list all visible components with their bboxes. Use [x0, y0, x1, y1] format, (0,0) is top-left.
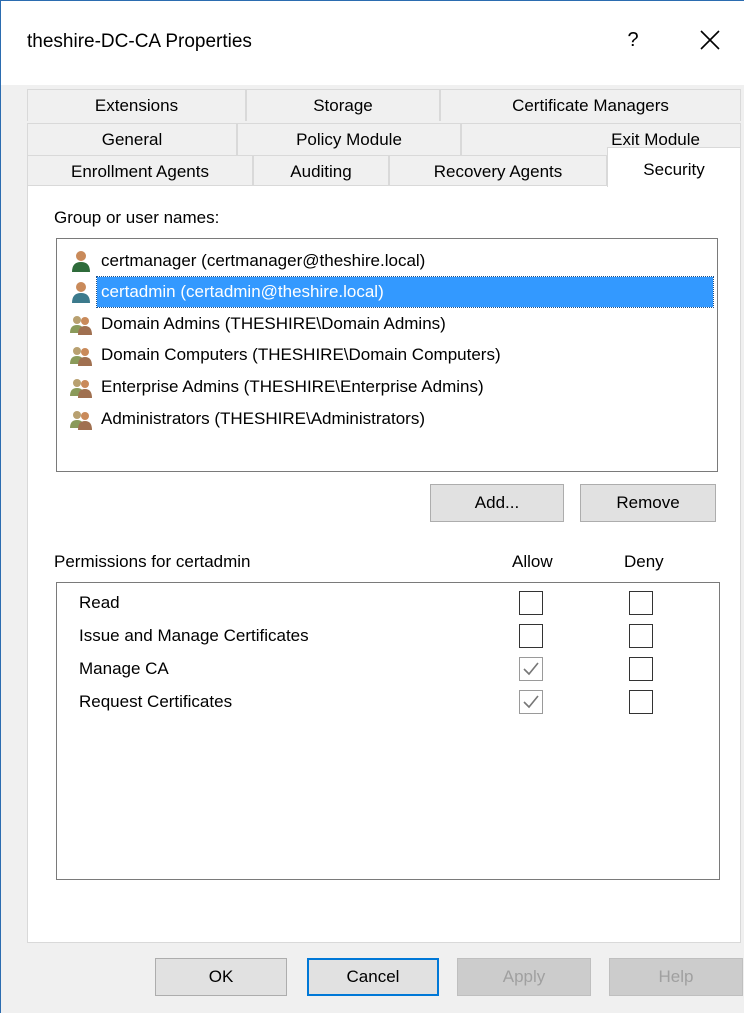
- list-item[interactable]: Enterprise Admins (THESHIRE\Enterprise A…: [69, 371, 488, 402]
- user-name: Domain Admins (THESHIRE\Domain Admins): [101, 313, 446, 333]
- group-icon: [69, 407, 93, 431]
- remove-button[interactable]: Remove: [580, 484, 716, 522]
- cancel-button[interactable]: Cancel: [307, 958, 439, 996]
- tab-row-3: Enrollment Agents Auditing Recovery Agen…: [27, 147, 741, 187]
- permission-row-issue-manage: Issue and Manage Certificates: [57, 620, 717, 654]
- permission-name: Request Certificates: [79, 692, 233, 711]
- user-icon: [69, 280, 93, 304]
- user-icon: [69, 249, 93, 273]
- properties-dialog: theshire-DC-CA Properties ? Extensions S…: [0, 0, 744, 1013]
- list-item[interactable]: Administrators (THESHIRE\Administrators): [69, 403, 429, 434]
- group-or-user-names-label: Group or user names:: [54, 208, 220, 227]
- allow-manage-ca-checkbox[interactable]: [519, 657, 543, 681]
- list-item[interactable]: Domain Computers (THESHIRE\Domain Comput…: [69, 339, 505, 370]
- user-name: certadmin (certadmin@theshire.local): [96, 275, 714, 308]
- list-item-selected[interactable]: certadmin (certadmin@theshire.local): [69, 275, 714, 308]
- allow-column-header: Allow: [512, 552, 553, 571]
- apply-button[interactable]: Apply: [457, 958, 591, 996]
- user-name: Enterprise Admins (THESHIRE\Enterprise A…: [101, 376, 484, 396]
- allow-request-certificates-checkbox[interactable]: [519, 690, 543, 714]
- permission-name: Manage CA: [79, 659, 169, 678]
- help-question-button[interactable]: ?: [621, 29, 645, 55]
- group-icon: [69, 312, 93, 336]
- group-icon: [69, 343, 93, 367]
- list-item[interactable]: Domain Admins (THESHIRE\Domain Admins): [69, 308, 450, 339]
- tab-general[interactable]: General: [27, 123, 237, 155]
- add-button[interactable]: Add...: [430, 484, 564, 522]
- tab-enrollment-agents[interactable]: Enrollment Agents: [27, 155, 253, 187]
- user-list[interactable]: certmanager (certmanager@theshire.local)…: [56, 238, 718, 472]
- tab-storage[interactable]: Storage: [246, 89, 440, 121]
- user-name: Administrators (THESHIRE\Administrators): [101, 408, 426, 428]
- deny-column-header: Deny: [624, 552, 664, 571]
- security-panel: Group or user names: certmanager (certma…: [27, 185, 741, 943]
- user-name: Domain Computers (THESHIRE\Domain Comput…: [101, 344, 501, 364]
- deny-manage-ca-checkbox[interactable]: [629, 657, 653, 681]
- permissions-list: Read Issue and Manage Certificates Manag…: [56, 582, 720, 880]
- allow-read-checkbox[interactable]: [519, 591, 543, 615]
- deny-request-certificates-checkbox[interactable]: [629, 690, 653, 714]
- list-item[interactable]: certmanager (certmanager@theshire.local): [69, 245, 429, 276]
- tab-auditing[interactable]: Auditing: [253, 155, 389, 187]
- group-icon: [69, 375, 93, 399]
- checkmark-icon: [523, 662, 539, 676]
- tab-security[interactable]: Security: [607, 147, 741, 187]
- permissions-label: Permissions for certadmin: [54, 552, 251, 571]
- checkmark-icon: [523, 695, 539, 709]
- deny-read-checkbox[interactable]: [629, 591, 653, 615]
- user-name: certmanager (certmanager@theshire.local): [101, 250, 426, 270]
- tab-policy-module[interactable]: Policy Module: [237, 123, 461, 155]
- tab-extensions[interactable]: Extensions: [27, 89, 246, 121]
- help-button[interactable]: Help: [609, 958, 743, 996]
- permission-row-manage-ca: Manage CA: [57, 653, 717, 687]
- close-icon[interactable]: [695, 25, 725, 55]
- tab-recovery-agents[interactable]: Recovery Agents: [389, 155, 607, 187]
- permission-name: Issue and Manage Certificates: [79, 626, 309, 645]
- window-title: theshire-DC-CA Properties: [27, 31, 252, 52]
- allow-issue-manage-checkbox[interactable]: [519, 624, 543, 648]
- permission-name: Read: [79, 593, 120, 612]
- permission-row-request-certificates: Request Certificates: [57, 686, 717, 720]
- title-bar: theshire-DC-CA Properties ?: [1, 1, 744, 85]
- deny-issue-manage-checkbox[interactable]: [629, 624, 653, 648]
- tab-certificate-managers[interactable]: Certificate Managers: [440, 89, 741, 121]
- tab-row-1: Extensions Storage Certificate Managers: [27, 89, 741, 121]
- permission-row-read: Read: [57, 587, 717, 621]
- ok-button[interactable]: OK: [155, 958, 287, 996]
